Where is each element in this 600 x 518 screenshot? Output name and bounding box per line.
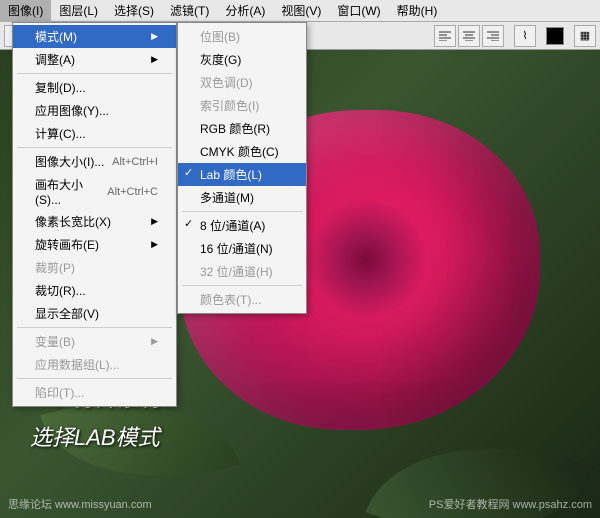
menu-item: 陷印(T)... xyxy=(13,381,176,404)
submenu-item-label: RGB 颜色(R) xyxy=(200,122,270,136)
menu-image[interactable]: 图像(I) xyxy=(0,0,51,22)
submenu-arrow-icon: ▶ xyxy=(151,31,158,42)
menu-item[interactable]: 计算(C)... xyxy=(13,122,176,145)
menu-item[interactable]: 应用图像(Y)... xyxy=(13,99,176,122)
menu-item-label: 模式(M) xyxy=(35,28,77,45)
menu-shortcut: Alt+Ctrl+I xyxy=(112,156,158,168)
menu-item[interactable]: 模式(M) ▶ xyxy=(13,25,176,48)
menu-item[interactable]: 复制(D)... xyxy=(13,76,176,99)
menu-item[interactable]: 图像大小(I)... Alt+Ctrl+I xyxy=(13,150,176,173)
image-menu-dropdown: 模式(M) ▶ 调整(A) ▶ 复制(D)... 应用图像(Y)... 计算(C)... 图像… xyxy=(12,22,177,407)
submenu-item: 颜色表(T)... xyxy=(178,288,306,311)
align-right-button[interactable] xyxy=(482,25,504,47)
check-icon: ✓ xyxy=(184,217,193,230)
menu-item-label: 裁切(R)... xyxy=(35,282,86,299)
menu-item-label: 显示全部(V) xyxy=(35,305,99,322)
submenu-arrow-icon: ▶ xyxy=(151,216,158,227)
menu-filter[interactable]: 滤镜(T) xyxy=(162,0,217,22)
palette-button[interactable]: ▦ xyxy=(574,25,596,47)
submenu-item-label: 灰度(G) xyxy=(200,53,241,67)
mode-submenu: 位图(B) 灰度(G) 双色调(D) 索引颜色(I) RGB 颜色(R) CMYK 颜色(… xyxy=(177,22,307,314)
menu-separator xyxy=(17,327,172,328)
menu-separator xyxy=(17,378,172,379)
menu-item-label: 画布大小(S)... xyxy=(35,176,107,207)
submenu-item-label: 16 位/通道(N) xyxy=(200,242,273,256)
submenu-item: 32 位/通道(H) xyxy=(178,260,306,283)
menu-separator xyxy=(17,147,172,148)
menu-item[interactable]: 像素长宽比(X) ▶ xyxy=(13,210,176,233)
menu-item[interactable]: 旋转画布(E) ▶ xyxy=(13,233,176,256)
menu-separator xyxy=(182,285,302,286)
menu-item-label: 复制(D)... xyxy=(35,79,86,96)
menu-separator xyxy=(17,73,172,74)
submenu-item-label: 位图(B) xyxy=(200,30,240,44)
caption-line2: 选择LAB模式 xyxy=(30,418,162,458)
submenu-item[interactable]: ✓ 8 位/通道(A) xyxy=(178,214,306,237)
submenu-item[interactable]: CMYK 颜色(C) xyxy=(178,140,306,163)
menubar: 图像(I) 图层(L) 选择(S) 滤镜(T) 分析(A) 视图(V) 窗口(W… xyxy=(0,0,600,22)
submenu-item: 位图(B) xyxy=(178,25,306,48)
menu-item: 应用数据组(L)... xyxy=(13,353,176,376)
menu-item-label: 应用数据组(L)... xyxy=(35,356,120,373)
watermark-right: PS爱好者教程网 www.psahz.com xyxy=(429,496,592,512)
submenu-item[interactable]: 16 位/通道(N) xyxy=(178,237,306,260)
submenu-item-label: 颜色表(T)... xyxy=(200,293,261,307)
submenu-arrow-icon: ▶ xyxy=(151,54,158,65)
menu-item-label: 图像大小(I)... xyxy=(35,153,104,170)
menu-help[interactable]: 帮助(H) xyxy=(389,0,446,22)
submenu-item[interactable]: ✓ Lab 颜色(L) xyxy=(178,163,306,186)
menu-select[interactable]: 选择(S) xyxy=(106,0,162,22)
submenu-arrow-icon: ▶ xyxy=(151,336,158,347)
submenu-item: 索引颜色(I) xyxy=(178,94,306,117)
menu-item-label: 旋转画布(E) xyxy=(35,236,99,253)
menu-item[interactable]: 裁切(R)... xyxy=(13,279,176,302)
submenu-item-label: 多通道(M) xyxy=(200,191,254,205)
menu-item[interactable]: 画布大小(S)...Alt+Ctrl+C xyxy=(13,173,176,210)
submenu-item: 双色调(D) xyxy=(178,71,306,94)
menu-item: 裁剪(P) xyxy=(13,256,176,279)
menu-item: 变量(B) ▶ xyxy=(13,330,176,353)
menu-item-label: 应用图像(Y)... xyxy=(35,102,109,119)
submenu-item-label: 双色调(D) xyxy=(200,76,253,90)
align-left-button[interactable] xyxy=(434,25,456,47)
submenu-item-label: CMYK 颜色(C) xyxy=(200,145,279,159)
menu-analysis[interactable]: 分析(A) xyxy=(217,0,273,22)
menu-view[interactable]: 视图(V) xyxy=(273,0,329,22)
menu-item-label: 变量(B) xyxy=(35,333,75,350)
submenu-item[interactable]: 灰度(G) xyxy=(178,48,306,71)
watermark-left: 思缘论坛 www.missyuan.com xyxy=(8,496,152,512)
color-swatch[interactable] xyxy=(546,27,564,45)
submenu-item-label: Lab 颜色(L) xyxy=(200,168,262,182)
menu-layer[interactable]: 图层(L) xyxy=(51,0,106,22)
submenu-item-label: 索引颜色(I) xyxy=(200,99,259,113)
text-warp-button[interactable]: ⌇ xyxy=(514,25,536,47)
align-center-button[interactable] xyxy=(458,25,480,47)
submenu-item[interactable]: RGB 颜色(R) xyxy=(178,117,306,140)
check-icon: ✓ xyxy=(184,166,193,179)
menu-item[interactable]: 调整(A) ▶ xyxy=(13,48,176,71)
submenu-item[interactable]: 多通道(M) xyxy=(178,186,306,209)
submenu-item-label: 8 位/通道(A) xyxy=(200,219,265,233)
menu-item-label: 调整(A) xyxy=(35,51,75,68)
submenu-arrow-icon: ▶ xyxy=(151,239,158,250)
menu-item-label: 裁剪(P) xyxy=(35,259,75,276)
menu-item-label: 陷印(T)... xyxy=(35,384,84,401)
menu-shortcut: Alt+Ctrl+C xyxy=(107,186,158,198)
menu-item[interactable]: 显示全部(V) xyxy=(13,302,176,325)
menu-item-label: 计算(C)... xyxy=(35,125,86,142)
menu-window[interactable]: 窗口(W) xyxy=(329,0,388,22)
submenu-item-label: 32 位/通道(H) xyxy=(200,265,273,279)
menu-item-label: 像素长宽比(X) xyxy=(35,213,111,230)
menu-separator xyxy=(182,211,302,212)
